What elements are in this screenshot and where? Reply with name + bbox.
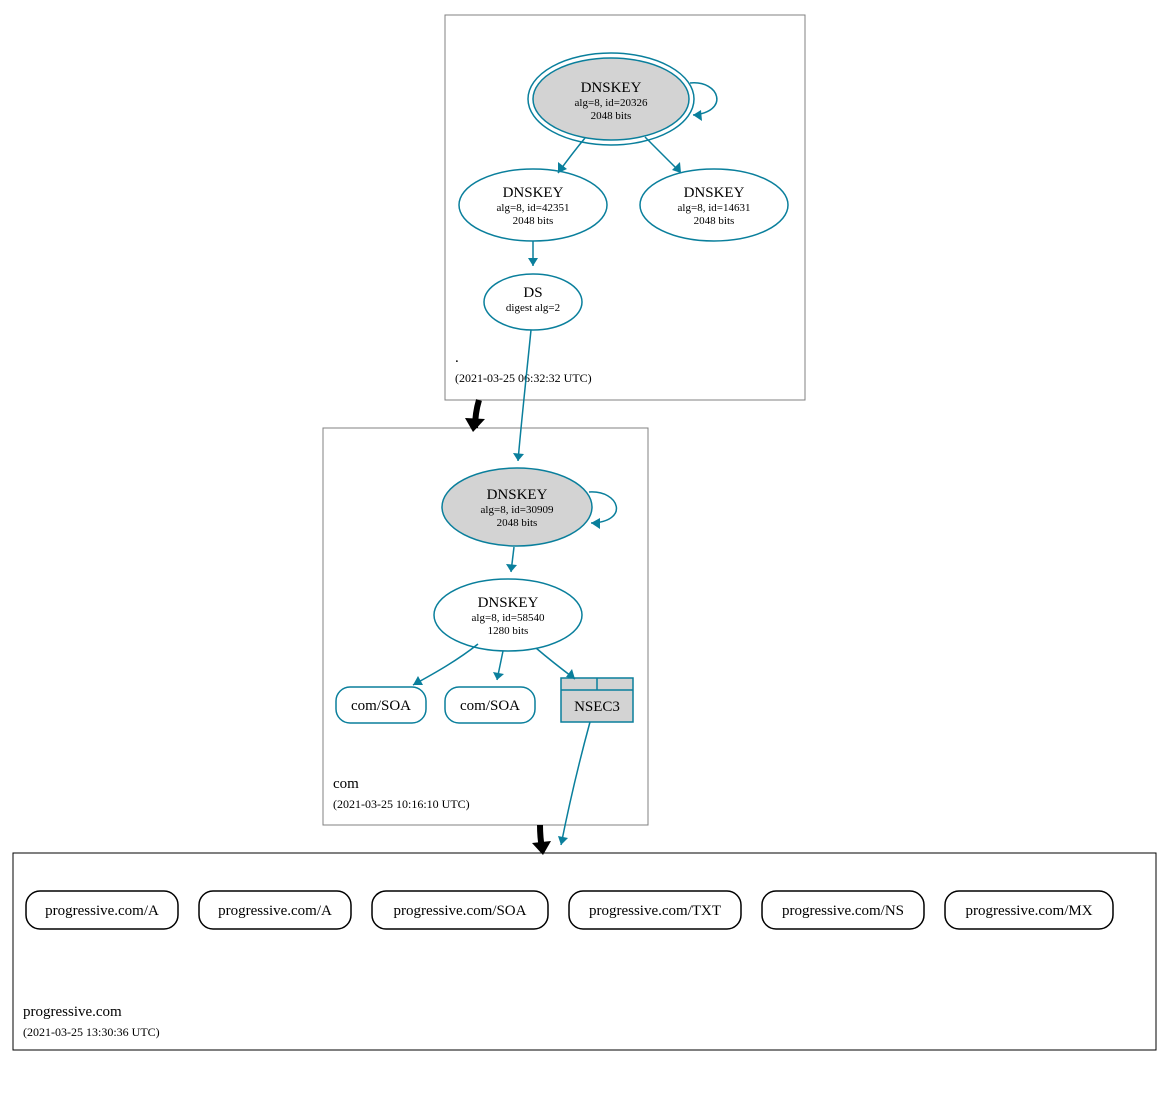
com-zsk: DNSKEY alg=8, id=58540 1280 bits (434, 579, 582, 651)
svg-text:DNSKEY: DNSKEY (503, 185, 564, 201)
root-ds: DS digest alg=2 (484, 274, 582, 330)
rr-progressive-ns: progressive.com/NS (762, 891, 924, 929)
zone-com-name: com (333, 776, 359, 792)
zone-progressive-name: progressive.com (23, 1004, 122, 1020)
svg-text:1280 bits: 1280 bits (488, 625, 529, 637)
com-ksk: DNSKEY alg=8, id=30909 2048 bits (442, 468, 592, 546)
com-soa-2: com/SOA (445, 687, 535, 723)
svg-text:2048 bits: 2048 bits (497, 517, 538, 529)
svg-text:progressive.com/A: progressive.com/A (218, 903, 332, 919)
svg-text:DNSKEY: DNSKEY (581, 80, 642, 96)
svg-text:digest alg=2: digest alg=2 (506, 302, 560, 314)
rr-progressive-a-1: progressive.com/A (26, 891, 178, 929)
dnssec-graph: . (2021-03-25 06:32:32 UTC) DNSKEY alg=8… (0, 0, 1169, 1094)
svg-text:progressive.com/A: progressive.com/A (45, 903, 159, 919)
svg-text:progressive.com/TXT: progressive.com/TXT (589, 903, 721, 919)
zone-progressive-timestamp: (2021-03-25 13:30:36 UTC) (23, 1025, 160, 1039)
zone-root-timestamp: (2021-03-25 06:32:32 UTC) (455, 371, 592, 385)
svg-text:DS: DS (523, 285, 542, 301)
zone-com-timestamp: (2021-03-25 10:16:10 UTC) (333, 797, 470, 811)
svg-text:alg=8, id=58540: alg=8, id=58540 (472, 612, 545, 624)
rr-progressive-mx: progressive.com/MX (945, 891, 1113, 929)
root-ksk: DNSKEY alg=8, id=20326 2048 bits (528, 53, 694, 145)
svg-text:DNSKEY: DNSKEY (487, 487, 548, 503)
svg-text:progressive.com/MX: progressive.com/MX (965, 903, 1092, 919)
svg-text:com/SOA: com/SOA (351, 698, 411, 714)
rr-progressive-txt: progressive.com/TXT (569, 891, 741, 929)
svg-text:2048 bits: 2048 bits (513, 215, 554, 227)
svg-text:alg=8, id=20326: alg=8, id=20326 (575, 97, 648, 109)
edge-com-ksk-self (589, 492, 616, 523)
svg-text:NSEC3: NSEC3 (574, 699, 620, 715)
root-zsk-14631: DNSKEY alg=8, id=14631 2048 bits (640, 169, 788, 241)
svg-text:com/SOA: com/SOA (460, 698, 520, 714)
zone-root: . (2021-03-25 06:32:32 UTC) DNSKEY alg=8… (445, 15, 805, 400)
svg-text:progressive.com/SOA: progressive.com/SOA (394, 903, 527, 919)
rr-progressive-a-2: progressive.com/A (199, 891, 351, 929)
rr-progressive-soa: progressive.com/SOA (372, 891, 548, 929)
svg-text:DNSKEY: DNSKEY (478, 595, 539, 611)
svg-text:DNSKEY: DNSKEY (684, 185, 745, 201)
com-soa-1: com/SOA (336, 687, 426, 723)
zone-progressive: progressive.com (2021-03-25 13:30:36 UTC… (13, 722, 1156, 1050)
svg-text:2048 bits: 2048 bits (694, 215, 735, 227)
svg-text:progressive.com/NS: progressive.com/NS (782, 903, 904, 919)
svg-text:2048 bits: 2048 bits (591, 110, 632, 122)
zone-root-name: . (455, 350, 459, 366)
zone-com: com (2021-03-25 10:16:10 UTC) DNSKEY alg… (323, 330, 648, 825)
svg-text:alg=8, id=30909: alg=8, id=30909 (481, 504, 554, 516)
svg-text:alg=8, id=14631: alg=8, id=14631 (678, 202, 751, 214)
com-nsec3: NSEC3 (561, 678, 633, 722)
root-zsk-42351: DNSKEY alg=8, id=42351 2048 bits (459, 169, 607, 241)
svg-text:alg=8, id=42351: alg=8, id=42351 (497, 202, 570, 214)
